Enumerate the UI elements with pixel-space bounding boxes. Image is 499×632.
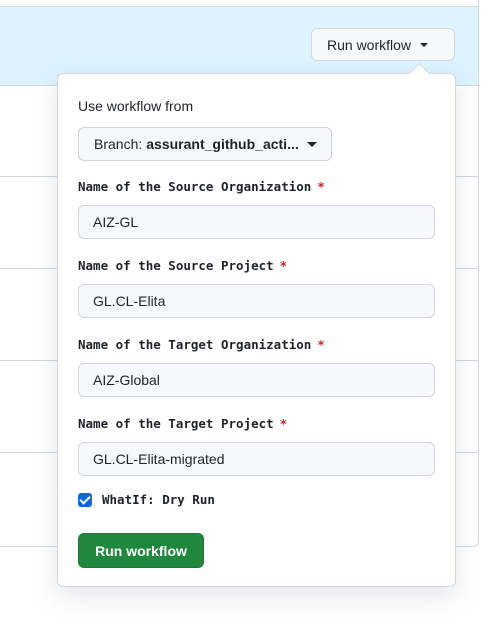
branch-prefix: Branch: — [94, 136, 143, 152]
source-org-input[interactable]: AIZ-GL — [78, 205, 435, 239]
target-org-label-text: Name of the Target Organization — [78, 337, 312, 352]
target-project-label: Name of the Target Project * — [78, 416, 287, 431]
required-marker: * — [317, 179, 325, 194]
source-project-label: Name of the Source Project * — [78, 258, 287, 273]
run-workflow-dropdown-button[interactable]: Run workflow — [311, 28, 455, 61]
run-workflow-submit-button[interactable]: Run workflow — [78, 533, 204, 568]
target-project-input[interactable]: GL.CL-Elita-migrated — [78, 442, 435, 476]
run-workflow-label: Run workflow — [327, 36, 412, 53]
run-workflow-dialog: Use workflow from Branch: assurant_githu… — [57, 62, 456, 587]
source-project-label-text: Name of the Source Project — [78, 258, 274, 273]
required-marker: * — [279, 258, 288, 273]
chevron-down-icon — [307, 142, 317, 147]
required-marker: * — [279, 416, 288, 431]
source-org-label-text: Name of the Source Organization — [78, 179, 312, 194]
target-org-input[interactable]: AIZ-Global — [78, 363, 435, 397]
branch-name: assurant_github_acti... — [146, 136, 299, 152]
chevron-down-icon — [420, 42, 429, 47]
whatif-checkbox[interactable] — [78, 492, 92, 507]
whatif-option: WhatIf: Dry Run — [78, 492, 215, 507]
source-project-input[interactable]: GL.CL-Elita — [78, 284, 435, 318]
whatif-label: WhatIf: Dry Run — [102, 492, 215, 507]
target-project-label-text: Name of the Target Project — [78, 416, 274, 431]
source-org-label: Name of the Source Organization * — [78, 179, 325, 194]
use-workflow-from-label: Use workflow from — [78, 98, 194, 114]
branch-select-button[interactable]: Branch: assurant_github_acti... — [78, 127, 332, 161]
required-marker: * — [317, 337, 325, 352]
target-org-label: Name of the Target Organization * — [78, 337, 325, 352]
